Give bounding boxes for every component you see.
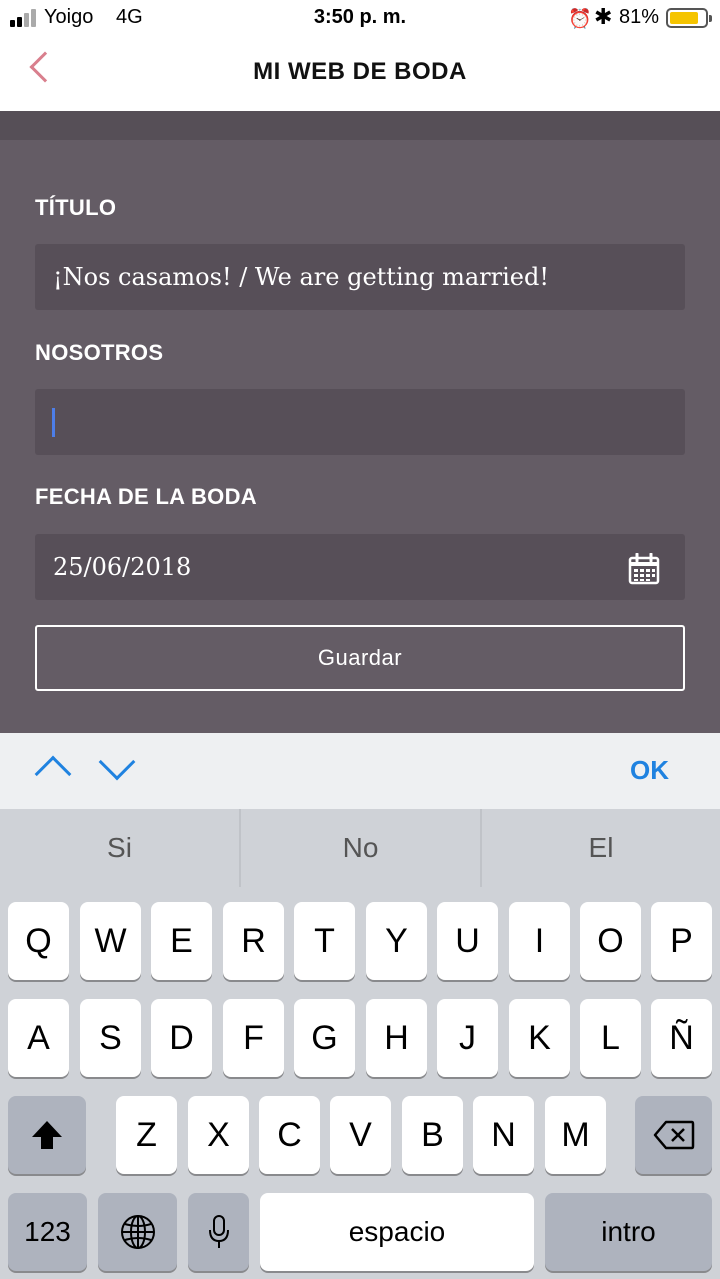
space-key[interactable]: espacio xyxy=(260,1193,534,1271)
about-label: NOSOTROS xyxy=(35,340,164,365)
suggestion-item[interactable]: Si xyxy=(0,809,239,887)
alarm-icon: ⏰ xyxy=(568,9,592,30)
title-field[interactable] xyxy=(35,244,685,310)
about-field[interactable] xyxy=(35,389,685,455)
navigation-bar: MI WEB DE BODA xyxy=(0,36,720,111)
predictive-suggestions: Si No El xyxy=(0,809,720,887)
key[interactable]: F xyxy=(223,999,284,1077)
shift-key[interactable] xyxy=(8,1096,86,1174)
key[interactable]: P xyxy=(651,902,712,980)
bluetooth-icon: ✱ xyxy=(594,4,613,29)
date-field[interactable]: 25/06/2018 xyxy=(35,534,685,600)
key[interactable]: Ñ xyxy=(651,999,712,1077)
key[interactable]: S xyxy=(80,999,141,1077)
key[interactable]: Z xyxy=(116,1096,177,1174)
key[interactable]: M xyxy=(545,1096,606,1174)
next-field-icon[interactable] xyxy=(98,743,136,781)
battery-icon xyxy=(666,8,712,28)
suggestion-item[interactable]: No xyxy=(241,809,480,887)
key[interactable]: K xyxy=(509,999,570,1077)
key[interactable]: L xyxy=(580,999,641,1077)
shift-arrow-icon xyxy=(32,1121,62,1149)
key[interactable]: N xyxy=(473,1096,534,1174)
key[interactable]: H xyxy=(366,999,427,1077)
date-value: 25/06/2018 xyxy=(53,553,192,581)
header-divider xyxy=(0,111,720,140)
key[interactable]: I xyxy=(509,902,570,980)
previous-field-icon[interactable] xyxy=(34,755,72,793)
key[interactable]: V xyxy=(330,1096,391,1174)
title-input[interactable] xyxy=(53,244,685,310)
done-button[interactable]: OK xyxy=(630,755,669,786)
page-title: MI WEB DE BODA xyxy=(253,58,467,85)
save-button[interactable]: Guardar xyxy=(35,625,685,691)
backspace-icon xyxy=(653,1120,694,1150)
key[interactable]: C xyxy=(259,1096,320,1174)
key[interactable]: W xyxy=(80,902,141,980)
dictation-key[interactable] xyxy=(188,1193,249,1271)
numbers-key[interactable]: 123 xyxy=(8,1193,87,1271)
status-bar: Yoigo 4G 3:50 p. m. ⏰ ✱ 81% xyxy=(0,0,720,36)
return-key[interactable]: intro xyxy=(545,1193,712,1271)
key[interactable]: U xyxy=(437,902,498,980)
key[interactable]: B xyxy=(402,1096,463,1174)
key[interactable]: O xyxy=(580,902,641,980)
keyboard: Q W E R T Y U I O P A S D F G H J K L Ñ … xyxy=(0,887,720,1279)
about-input[interactable] xyxy=(53,389,685,455)
key[interactable]: T xyxy=(294,902,355,980)
backspace-key[interactable] xyxy=(635,1096,712,1174)
keyboard-accessory-bar: OK xyxy=(0,733,720,809)
key[interactable]: X xyxy=(188,1096,249,1174)
globe-icon xyxy=(120,1215,155,1249)
key[interactable]: G xyxy=(294,999,355,1077)
title-label: TÍTULO xyxy=(35,195,117,220)
globe-key[interactable] xyxy=(98,1193,177,1271)
key[interactable]: J xyxy=(437,999,498,1077)
key[interactable]: D xyxy=(151,999,212,1077)
microphone-icon xyxy=(208,1215,229,1248)
key[interactable]: E xyxy=(151,902,212,980)
battery-percent: 81% xyxy=(619,6,660,28)
text-caret xyxy=(52,408,55,437)
key[interactable]: Y xyxy=(366,902,427,980)
calendar-icon[interactable] xyxy=(628,553,660,585)
suggestion-item[interactable]: El xyxy=(482,809,720,887)
key[interactable]: Q xyxy=(8,902,69,980)
date-label: FECHA DE LA BODA xyxy=(35,484,257,509)
key[interactable]: A xyxy=(8,999,69,1077)
key[interactable]: R xyxy=(223,902,284,980)
